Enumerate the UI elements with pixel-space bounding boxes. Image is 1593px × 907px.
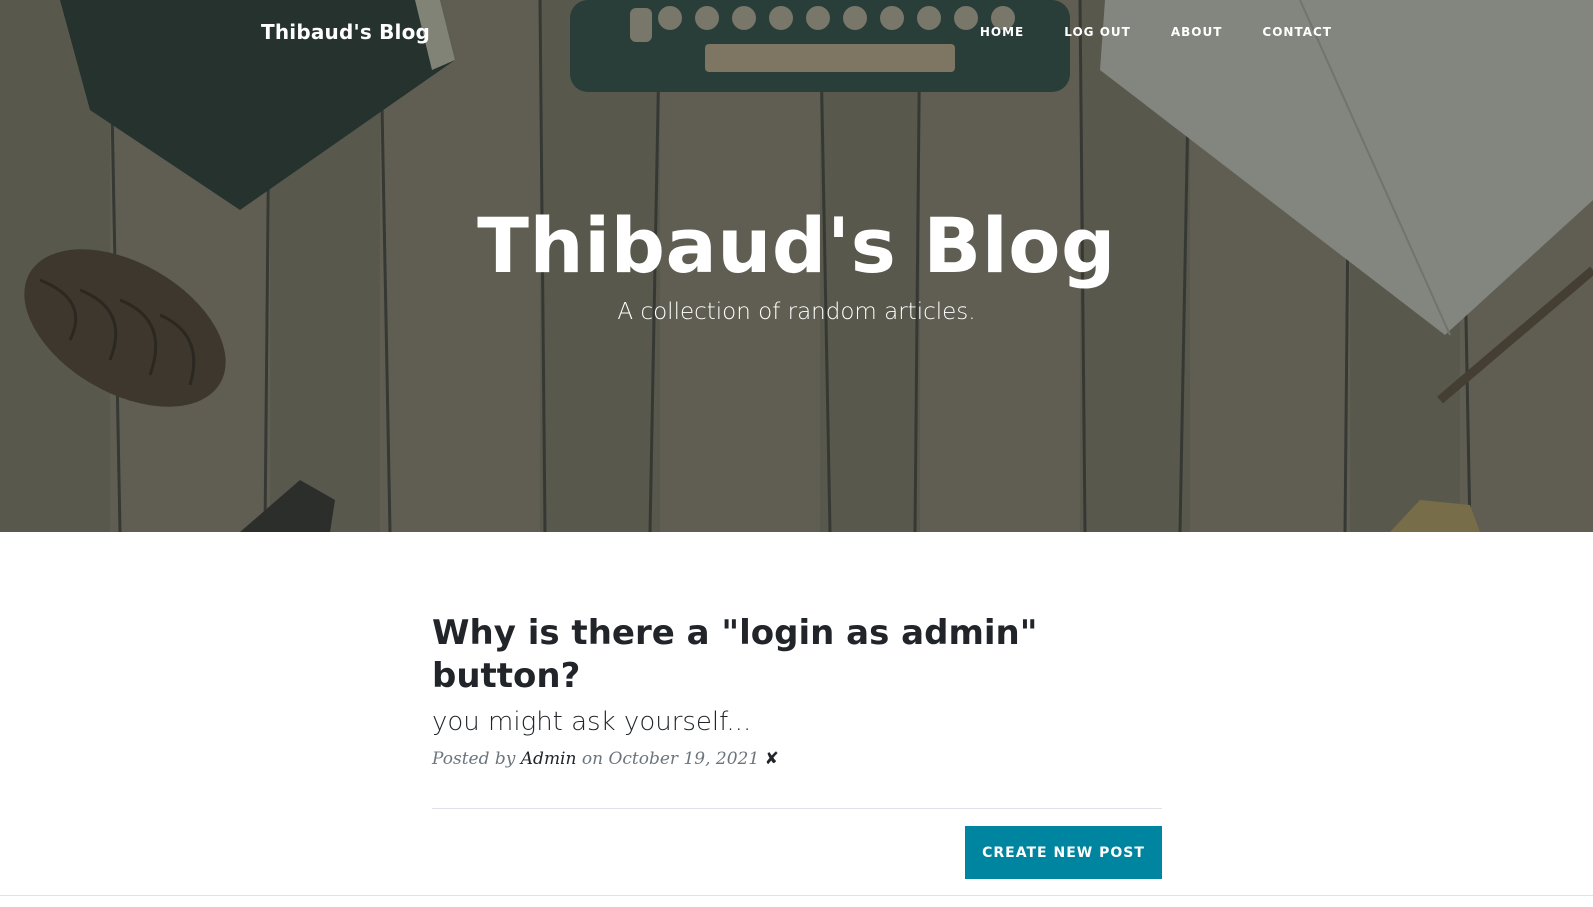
brand-link[interactable]: Thibaud's Blog bbox=[261, 20, 430, 44]
hero-title: Thibaud's Blog bbox=[477, 201, 1116, 290]
masthead: Thibaud's Blog HOME LOG OUT ABOUT CONTAC… bbox=[0, 0, 1593, 532]
post-divider bbox=[432, 808, 1162, 809]
post-meta: Posted by Admin on October 19, 2021 ✘ bbox=[432, 749, 1162, 769]
post-preview: Why is there a "login as admin" button? … bbox=[432, 612, 1162, 786]
post-meta-prefix: Posted by bbox=[432, 749, 516, 769]
post-subtitle: you might ask yourself... bbox=[432, 707, 752, 737]
hero-subtitle: A collection of random articles. bbox=[617, 299, 976, 326]
nav-contact-link[interactable]: CONTACT bbox=[1262, 25, 1332, 39]
post-author-link[interactable]: Admin bbox=[521, 749, 577, 769]
post-meta-on: on bbox=[581, 749, 604, 769]
create-new-post-button[interactable]: CREATE NEW POST bbox=[965, 826, 1162, 879]
delete-post-icon[interactable]: ✘ bbox=[765, 749, 779, 769]
navbar: Thibaud's Blog HOME LOG OUT ABOUT CONTAC… bbox=[0, 0, 1593, 68]
post-date: October 19, 2021 bbox=[608, 749, 760, 769]
nav-links: HOME LOG OUT ABOUT CONTACT bbox=[940, 25, 1332, 39]
site-heading: Thibaud's Blog A collection of random ar… bbox=[0, 200, 1593, 325]
nav-about-link[interactable]: ABOUT bbox=[1171, 25, 1223, 39]
post-title-link[interactable]: Why is there a "login as admin" button? bbox=[432, 612, 1162, 697]
nav-logout-link[interactable]: LOG OUT bbox=[1064, 25, 1131, 39]
nav-home-link[interactable]: HOME bbox=[980, 25, 1024, 39]
page-bottom-rule bbox=[0, 895, 1593, 896]
